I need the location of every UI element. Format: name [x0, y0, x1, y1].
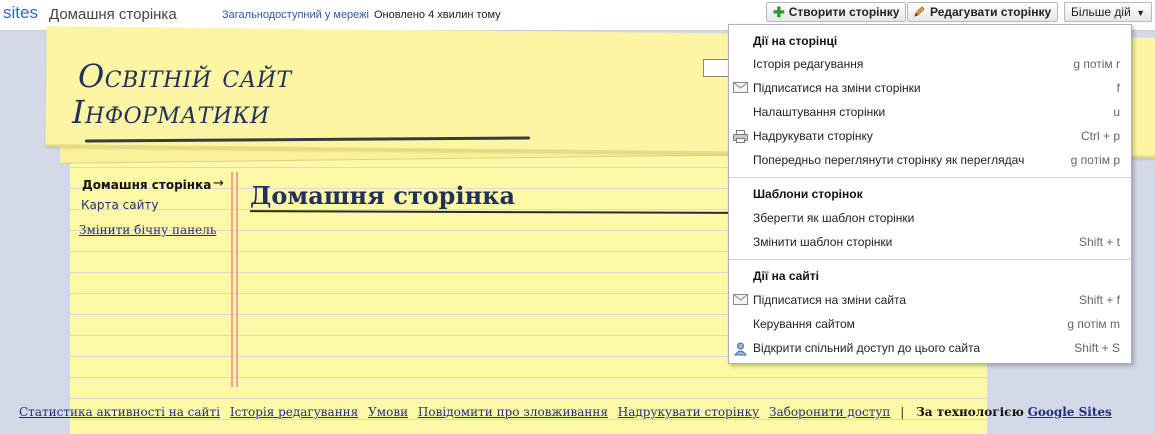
menu-item-shortcut: Ctrl + p	[1080, 129, 1120, 143]
footer: Статистика активності на сайті Історія р…	[19, 405, 1118, 419]
footer-block-access-link[interactable]: Заборонити доступ	[769, 405, 890, 419]
margin-line-left	[231, 172, 233, 387]
menu-section-page-actions: Дії на сторінці	[753, 34, 838, 48]
menu-item-label: Зберегти як шаблон сторінки	[753, 211, 915, 225]
menu-item-label: Керування сайтом	[753, 317, 855, 331]
menu-item-shortcut: g потім r	[1073, 57, 1120, 71]
search-input[interactable]	[703, 59, 729, 77]
menu-divider	[729, 177, 1131, 178]
footer-history-link[interactable]: Історія редагування	[230, 405, 358, 419]
footer-activity-link[interactable]: Статистика активності на сайті	[19, 405, 220, 419]
edit-page-label: Редагувати сторінку	[930, 5, 1052, 19]
chevron-down-icon: ▼	[1136, 8, 1146, 18]
menu-item-shortcut: g потім m	[1067, 317, 1120, 331]
footer-terms-link[interactable]: Умови	[368, 405, 408, 419]
menu-item-label: Історія редагування	[753, 57, 864, 71]
pencil-icon	[914, 5, 926, 20]
create-page-label: Створити сторінку	[788, 5, 900, 19]
more-actions-menu: Дії на сторінці Історія редагування g по…	[728, 24, 1132, 364]
sidebar-item-sitemap[interactable]: Карта сайту	[81, 198, 159, 212]
menu-item-label: Змінити шаблон сторінки	[753, 235, 893, 249]
menu-item-shortcut: Shift + S	[1074, 341, 1120, 355]
menu-item-subscribe-page[interactable]: Підписатися на зміни сторінки f	[730, 79, 1130, 99]
powered-by-text: За технологією	[916, 405, 1024, 419]
updated-status: Оновлено 4 хвилин тому	[373, 9, 501, 21]
footer-report-abuse-link[interactable]: Повідомити про зловживання	[418, 405, 608, 419]
menu-item-label: Підписатися на зміни сайта	[753, 293, 907, 307]
create-page-button[interactable]: ✚ Створити сторінку	[766, 2, 907, 22]
footer-separator: |	[900, 405, 905, 419]
menu-item-preview-as-viewer[interactable]: Попередньо переглянути сторінку як перег…	[730, 151, 1130, 171]
footer-print-link[interactable]: Надрукувати сторінку	[618, 405, 759, 419]
menu-item-share-site[interactable]: Відкрити спільний доступ до цього сайта …	[730, 339, 1130, 359]
menu-divider	[729, 259, 1131, 260]
menu-section-page-templates: Шаблони сторінок	[753, 187, 863, 201]
menu-item-label: Відкрити спільний доступ до цього сайта	[753, 341, 981, 355]
menu-item-save-as-template[interactable]: Зберегти як шаблон сторінки	[730, 209, 1130, 229]
menu-item-shortcut: u	[1113, 105, 1120, 119]
sidebar-item-home[interactable]: Домашня сторінка	[82, 178, 211, 192]
menu-item-print-page[interactable]: Надрукувати сторінку Ctrl + p	[730, 127, 1130, 147]
edit-sidebar-link[interactable]: Змінити бічну панель	[79, 223, 216, 237]
envelope-icon	[733, 294, 748, 308]
menu-item-manage-site[interactable]: Керування сайтом g потім m	[730, 315, 1130, 335]
menu-item-shortcut: g потім p	[1070, 153, 1120, 167]
current-page-arrow-icon: →	[213, 176, 224, 191]
margin-line-right	[236, 172, 238, 387]
menu-item-label: Надрукувати сторінку	[753, 129, 873, 143]
menu-item-revision-history[interactable]: Історія редагування g потім r	[730, 55, 1130, 75]
site-title[interactable]: Освітній сайт Інформатики	[72, 57, 498, 130]
google-sites-link[interactable]: Google Sites	[1028, 405, 1112, 419]
page-heading: Домашня сторінка	[250, 181, 516, 210]
menu-item-shortcut: Shift + f	[1078, 293, 1120, 307]
menu-item-change-template[interactable]: Змінити шаблон сторінки Shift + t	[730, 233, 1130, 253]
more-actions-button[interactable]: Більше дій ▼	[1064, 2, 1153, 22]
printer-icon	[733, 130, 748, 146]
current-page-title: Домашня сторінка	[49, 6, 177, 23]
menu-item-label: Підписатися на зміни сторінки	[753, 81, 921, 95]
status-text: Загальнодоступний у мережі Оновлено 4 хви…	[222, 9, 501, 21]
menu-item-page-settings[interactable]: Налаштування сторінки u	[730, 103, 1130, 123]
menu-item-label: Налаштування сторінки	[753, 105, 886, 119]
sites-logo[interactable]: sites	[3, 3, 38, 23]
menu-item-shortcut: Shift + t	[1078, 235, 1120, 249]
envelope-icon	[733, 82, 748, 96]
menu-item-shortcut: f	[1116, 81, 1120, 95]
sharing-status[interactable]: Загальнодоступний у мережі	[222, 9, 369, 21]
edit-page-button[interactable]: Редагувати сторінку	[907, 2, 1059, 22]
menu-item-label: Попередньо переглянути сторінку як перег…	[753, 153, 1025, 167]
site-title-line1: Освітній сайт	[78, 57, 292, 95]
menu-section-site-actions: Дії на сайті	[753, 269, 819, 283]
menu-item-subscribe-site[interactable]: Підписатися на зміни сайта Shift + f	[730, 291, 1130, 311]
plus-icon: ✚	[773, 4, 785, 20]
share-user-icon	[733, 342, 748, 359]
site-title-line2: Інформатики	[72, 93, 270, 131]
more-actions-label: Більше дій	[1071, 5, 1131, 19]
